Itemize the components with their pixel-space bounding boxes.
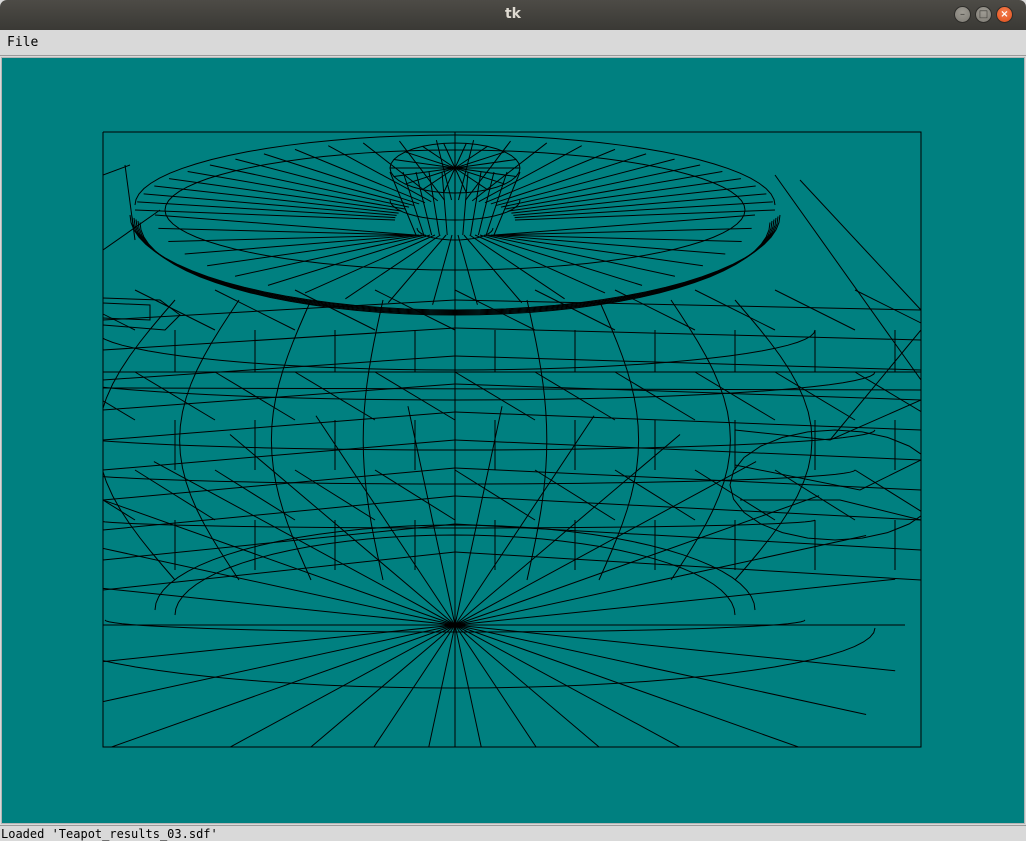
menu-bar: File — [0, 30, 1026, 56]
menu-file[interactable]: File — [3, 33, 42, 52]
close-icon[interactable]: × — [996, 6, 1013, 23]
teapot-wireframe — [102, 131, 922, 748]
title-bar[interactable]: tk – □ × — [0, 0, 1026, 30]
render-canvas[interactable] — [1, 57, 1025, 824]
canvas-container — [0, 56, 1026, 825]
window-controls: – □ × — [954, 6, 1013, 23]
status-bar: Loaded 'Teapot_results_03.sdf' — [0, 825, 1026, 841]
maximize-icon[interactable]: □ — [975, 6, 992, 23]
window-title: tk — [504, 6, 521, 22]
app-window: tk – □ × File Loaded 'Teapot_results_03.… — [0, 0, 1026, 841]
minimize-icon[interactable]: – — [954, 6, 971, 23]
status-text: Loaded 'Teapot_results_03.sdf' — [1, 827, 218, 841]
